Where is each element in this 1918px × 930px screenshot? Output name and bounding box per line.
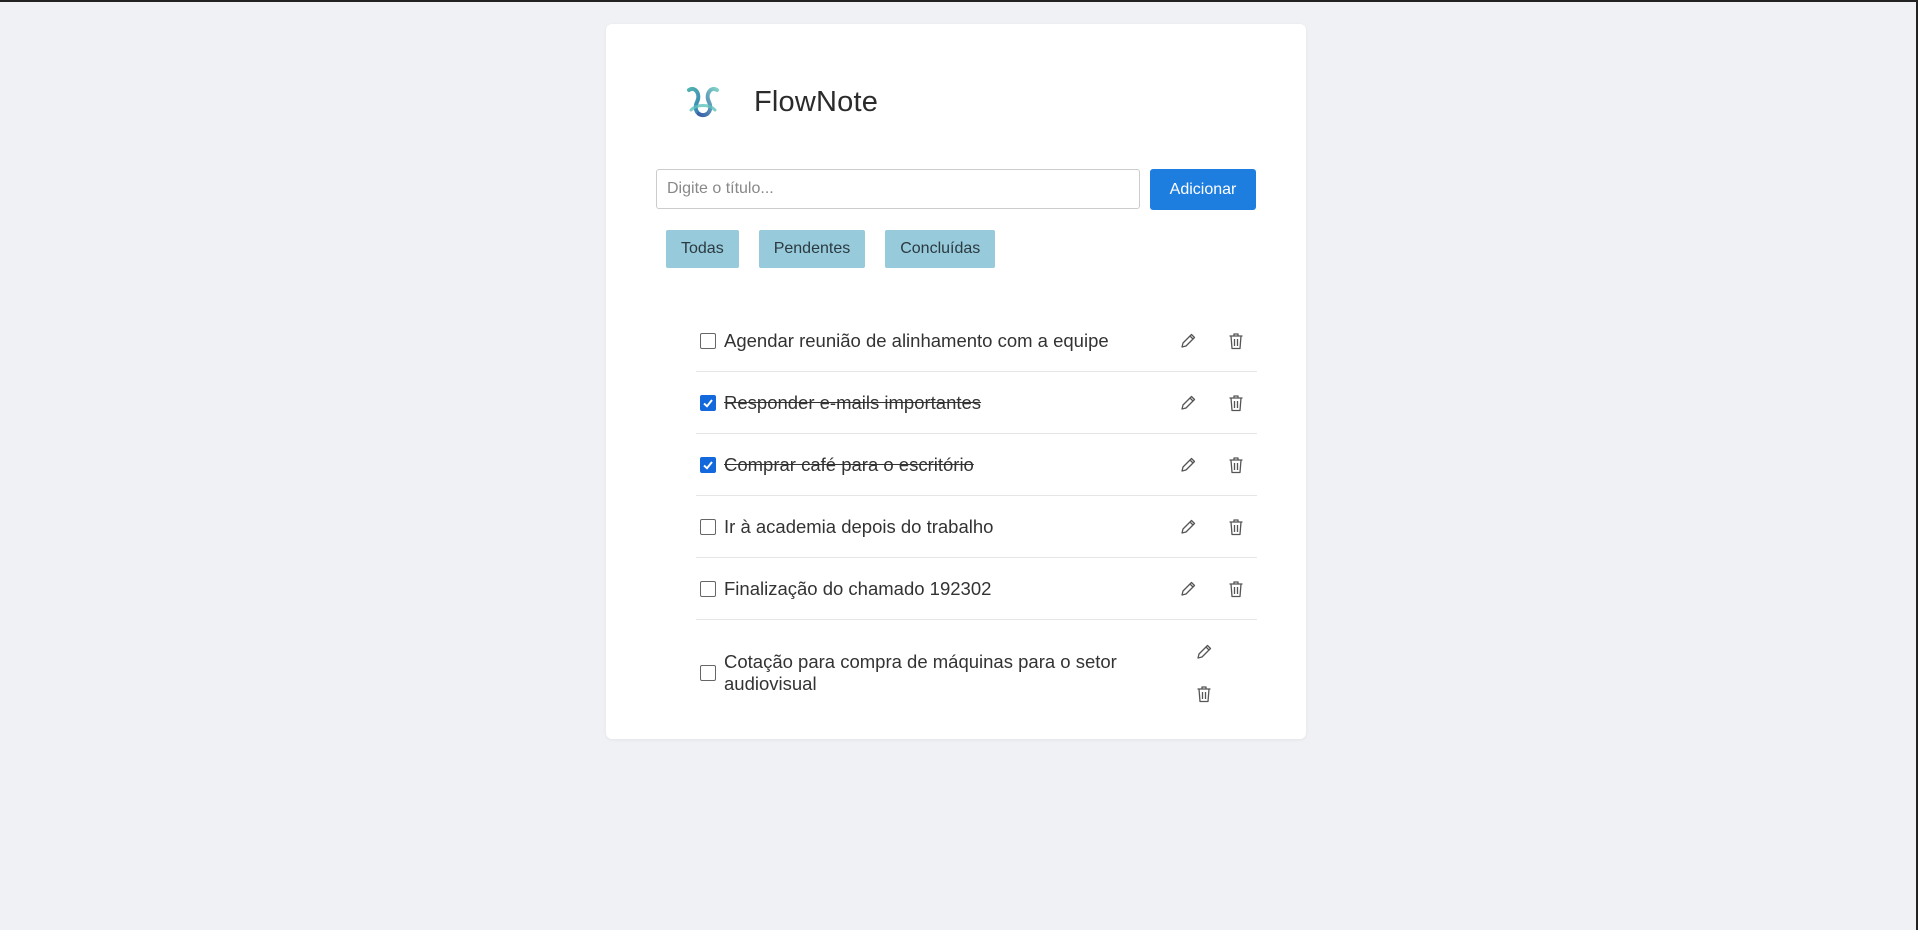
pencil-icon[interactable] bbox=[1177, 516, 1199, 538]
flownote-logo-icon bbox=[687, 87, 719, 117]
app-title: FlowNote bbox=[754, 85, 879, 118]
task-checkbox[interactable] bbox=[700, 665, 716, 681]
task-actions bbox=[1177, 392, 1247, 414]
pencil-icon[interactable] bbox=[1177, 578, 1199, 600]
filter-completed-button[interactable]: Concluídas bbox=[885, 230, 996, 268]
task-title: Finalização do chamado 192302 bbox=[724, 577, 992, 599]
trash-icon[interactable] bbox=[1193, 683, 1215, 705]
task-checkbox[interactable] bbox=[700, 394, 716, 411]
trash-icon[interactable] bbox=[1225, 578, 1247, 600]
task-item: Comprar café para o escritório bbox=[696, 434, 1257, 496]
task-title: Agendar reunião de alinhamento com a equ… bbox=[724, 329, 1109, 351]
task-title: Responder e-mails importantes bbox=[724, 391, 982, 413]
task-title: Comprar café para o escritório bbox=[724, 453, 974, 475]
filter-all-button[interactable]: Todas bbox=[666, 230, 739, 268]
app-header: FlowNote bbox=[681, 79, 878, 125]
todo-card: FlowNote Adicionar Todas Pendentes Concl… bbox=[606, 24, 1306, 739]
filter-pending-button[interactable]: Pendentes bbox=[758, 230, 866, 268]
pencil-icon[interactable] bbox=[1177, 454, 1199, 476]
task-actions bbox=[1177, 330, 1247, 352]
pencil-icon[interactable] bbox=[1193, 641, 1215, 663]
task-checkbox[interactable] bbox=[700, 332, 716, 349]
trash-icon[interactable] bbox=[1225, 392, 1247, 414]
task-item: Responder e-mails importantes bbox=[696, 372, 1257, 434]
task-title: Ir à academia depois do trabalho bbox=[724, 515, 994, 537]
task-title: Cotação para compra de máquinas para o s… bbox=[724, 651, 1117, 694]
task-actions bbox=[1193, 641, 1215, 705]
add-button[interactable]: Adicionar bbox=[1150, 169, 1256, 210]
task-item: Cotação para compra de máquinas para o s… bbox=[696, 620, 1257, 726]
task-actions bbox=[1177, 516, 1247, 538]
trash-icon[interactable] bbox=[1225, 454, 1247, 476]
task-item: Finalização do chamado 192302 bbox=[696, 558, 1257, 620]
task-actions bbox=[1177, 454, 1247, 476]
add-task-form: Adicionar bbox=[656, 169, 1257, 211]
pencil-icon[interactable] bbox=[1177, 330, 1199, 352]
task-checkbox[interactable] bbox=[700, 580, 716, 597]
task-item: Agendar reunião de alinhamento com a equ… bbox=[696, 310, 1257, 372]
filter-bar: Todas Pendentes Concluídas bbox=[666, 230, 996, 268]
trash-icon[interactable] bbox=[1225, 516, 1247, 538]
task-actions bbox=[1177, 578, 1247, 600]
task-list: Agendar reunião de alinhamento com a equ… bbox=[696, 310, 1257, 726]
checkmark-icon bbox=[703, 398, 713, 408]
task-title-input[interactable] bbox=[656, 169, 1140, 209]
task-item: Ir à academia depois do trabalho bbox=[696, 496, 1257, 558]
checkmark-icon bbox=[703, 460, 713, 470]
trash-icon[interactable] bbox=[1225, 330, 1247, 352]
task-checkbox[interactable] bbox=[700, 456, 716, 473]
task-checkbox[interactable] bbox=[700, 518, 716, 535]
pencil-icon[interactable] bbox=[1177, 392, 1199, 414]
